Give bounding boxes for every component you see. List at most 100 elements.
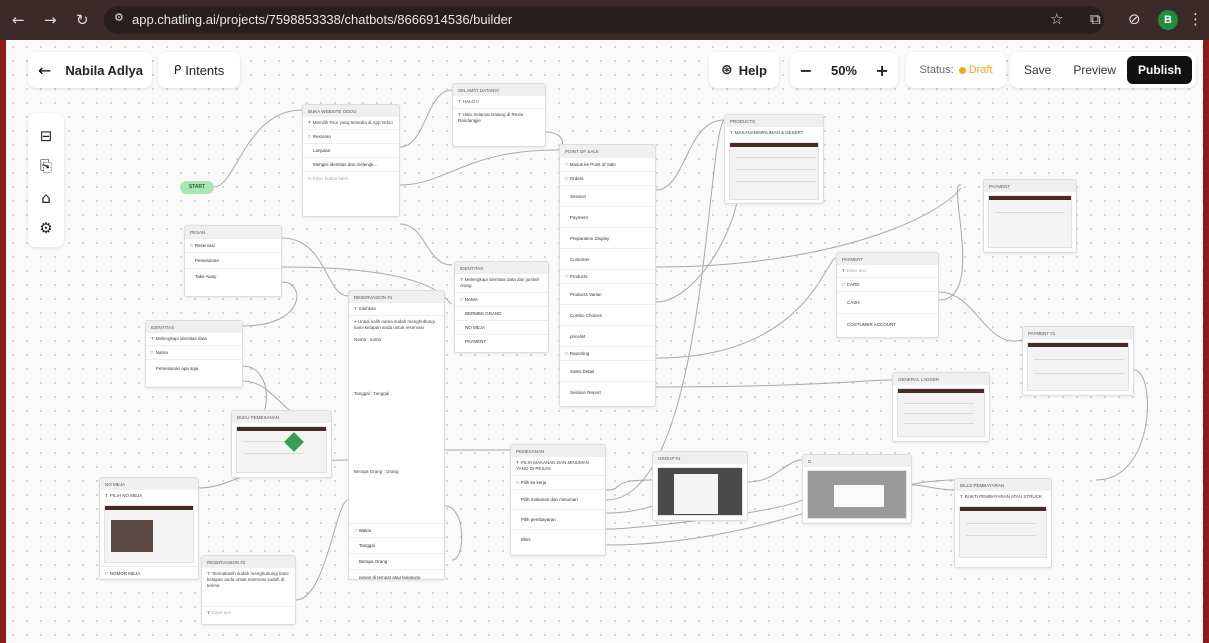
node-pesan[interactable]: PESAN □ Reservasi Pemesanan Take Away: [184, 225, 282, 297]
node-section[interactable]: □ NOMOR MEJA: [100, 566, 198, 579]
screenshot-image: [959, 506, 1047, 558]
status-value: Draft: [968, 64, 993, 76]
node-pemesanan[interactable]: PEMESANAN T PILIH MAKANAN DAN MINUMAN YAN…: [510, 444, 606, 556]
node-buku-pemesanan[interactable]: BUKU PEMESANAN: [231, 410, 332, 478]
node-buka-website-odoo[interactable]: Buka Website Odoo T Memilih Fitur yang te…: [302, 104, 400, 217]
node-button[interactable]: Preparation Display: [560, 227, 655, 248]
node-button[interactable]: Pilih pembayaran: [511, 509, 605, 529]
bot-icon[interactable]: ⌂: [28, 189, 64, 207]
layout-icon[interactable]: ⊟: [28, 127, 64, 145]
node-button[interactable]: Combo Choices: [560, 304, 655, 325]
node-identitas-left[interactable]: IDENTITAS T Melengkapi identitas data □ Na…: [145, 320, 243, 388]
node-title: RESERVASION #2: [202, 556, 295, 568]
node-reservasion-1[interactable]: RESERVASION #1 T Silahkan ● Untuk kalih n…: [348, 290, 445, 580]
node-button[interactable]: COSTUMER ACCOUNT: [837, 313, 938, 335]
forward-arrow-icon[interactable]: →: [44, 11, 57, 29]
node-button[interactable]: Take Away: [185, 268, 281, 284]
node-section[interactable]: □ Pilih ke kerja: [511, 475, 605, 489]
node-section[interactable]: □ NAMA: [455, 292, 548, 306]
save-button[interactable]: Save: [1013, 56, 1062, 84]
reload-icon[interactable]: ↻: [76, 11, 89, 29]
intents-label: Intents: [185, 62, 225, 78]
node-products[interactable]: PRODUCTS T MAKANAN/MINUMAN & DESERT: [724, 114, 824, 204]
node-button[interactable]: NO MEJA: [455, 320, 548, 334]
node-button[interactable]: PAYMENT: [455, 334, 548, 348]
media-icon[interactable]: ⊘: [1128, 10, 1141, 28]
node-title: PEMESANAN: [511, 445, 605, 457]
node-section[interactable]: □ Reservasi: [185, 238, 281, 252]
node-section[interactable]: □ Nama: [146, 345, 242, 359]
node-button[interactable]: Lanjutan: [303, 143, 399, 157]
node-button[interactable]: Pilih makanan dan minuman: [511, 489, 605, 509]
button-type-icon: □: [516, 480, 519, 485]
zoom-in-icon[interactable]: +: [875, 61, 888, 80]
node-general-ledger[interactable]: GENERAL LADGER: [892, 372, 990, 442]
node-button[interactable]: Session: [560, 185, 655, 206]
node-section[interactable]: □ CARD: [837, 277, 938, 291]
node-button[interactable]: Payment: [560, 206, 655, 227]
node-button[interactable]: Session Report: [560, 381, 655, 402]
node-section[interactable]: □ Masuk ke Point of Sale: [560, 157, 655, 171]
extensions-icon[interactable]: ⧉: [1090, 10, 1101, 28]
site-info-icon[interactable]: ⚙: [114, 11, 132, 29]
node-point-of-sale[interactable]: POINT OF SALE □ Masuk ke Point of Sale □ O…: [559, 144, 656, 407]
node-section[interactable]: □ Orders: [560, 171, 655, 185]
node-section[interactable]: □ Reporting: [560, 346, 655, 360]
node-title: IDENTITAS: [146, 321, 242, 333]
screenshot-image: [988, 195, 1072, 248]
node-button[interactable]: pesan di tempat atau langsung: [349, 569, 444, 579]
node-title: PAYMENT #1: [1023, 327, 1133, 339]
node-button[interactable]: Tanggal: [349, 537, 444, 553]
publish-button[interactable]: Publish: [1127, 56, 1193, 84]
node-button[interactable]: Berapa Orang: [349, 553, 444, 569]
settings-icon[interactable]: ⚙: [28, 219, 64, 237]
document-icon[interactable]: ⎘: [28, 157, 64, 175]
kebab-menu-icon[interactable]: ⋮: [1188, 10, 1203, 28]
node-bills-pembayaran[interactable]: Bills Pembayaran T BUKTI PEMBAYARAN ATAU …: [954, 478, 1052, 568]
node-title: POINT OF SALE: [560, 145, 655, 157]
node-button[interactable]: Pemesanan apa saja: [146, 359, 242, 377]
node-identitas-center[interactable]: IDENTITAS T Melengkapi identitas data dan…: [454, 261, 549, 353]
node-placeholder[interactable]: □ Enter button label: [303, 171, 399, 185]
node-group-1[interactable]: Group #1: [652, 451, 748, 521]
node-button[interactable]: Mengisi identitas dan melengk...: [303, 157, 399, 171]
node-payment-1[interactable]: PAYMENT #1: [1022, 326, 1134, 396]
node-title: SELAMAT DATANG!: [453, 84, 545, 96]
node-selamat-datang[interactable]: SELAMAT DATANG! T HALO !! T Halo Selamat D…: [452, 83, 546, 147]
address-bar[interactable]: ⚙ app.chatling.ai/projects/7598853338/ch…: [104, 6, 1104, 34]
node-button[interactable]: Bliss: [511, 529, 605, 549]
text-type-icon: T: [207, 610, 210, 615]
node-section[interactable]: □ Restoran: [303, 129, 399, 143]
back-arrow-icon[interactable]: ←: [38, 61, 51, 80]
node-section[interactable]: □ Waktu: [349, 523, 444, 537]
node-button[interactable]: pricelist: [560, 325, 655, 346]
preview-button[interactable]: Preview: [1062, 56, 1127, 84]
node-button[interactable]: Customer: [560, 248, 655, 269]
node-d[interactable]: D: [802, 454, 912, 524]
button-type-icon: □: [460, 297, 463, 302]
node-text: T Silahkan: [354, 306, 377, 311]
node-button[interactable]: Sales Detail: [560, 360, 655, 381]
start-node[interactable]: START: [180, 181, 214, 194]
node-reservasion-2[interactable]: RESERVASION #2 T Terimakasih sudah menghu…: [201, 555, 296, 625]
node-text: T MAKANAN/MINUMAN & DESERT: [730, 130, 804, 135]
bot-name: Nabila Adlya: [65, 62, 143, 78]
bookmark-star-icon[interactable]: ☆: [1050, 10, 1063, 28]
node-no-meja[interactable]: NO MEJA T PILIH NO MEJA □ NOMOR MEJA: [99, 477, 199, 580]
node-button[interactable]: CASH: [837, 291, 938, 313]
node-section[interactable]: □ Products: [560, 269, 655, 283]
back-arrow-icon[interactable]: ←: [12, 11, 25, 29]
button-type-icon: □: [565, 176, 568, 181]
node-button[interactable]: BERMEK GRAND: [455, 306, 548, 320]
profile-avatar[interactable]: B: [1158, 10, 1178, 30]
node-button[interactable]: Pemesanan: [185, 252, 281, 268]
zoom-out-icon[interactable]: −: [799, 61, 812, 80]
node-button[interactable]: Products Varian: [560, 283, 655, 304]
button-type-icon: □: [308, 134, 311, 139]
text-type-icon: T: [730, 130, 733, 135]
help-button[interactable]: ⊛ Help: [709, 52, 779, 88]
builder-canvas[interactable]: START Buka Website Odoo T Memilih Fitur y…: [6, 40, 1203, 643]
node-payment-screenshot[interactable]: PAYMENT: [983, 179, 1077, 253]
node-payment[interactable]: PAYMENT T Enter text □ CARD CASH COSTUMER …: [836, 252, 939, 338]
intents-button[interactable]: ᑭ Intents: [158, 52, 240, 88]
